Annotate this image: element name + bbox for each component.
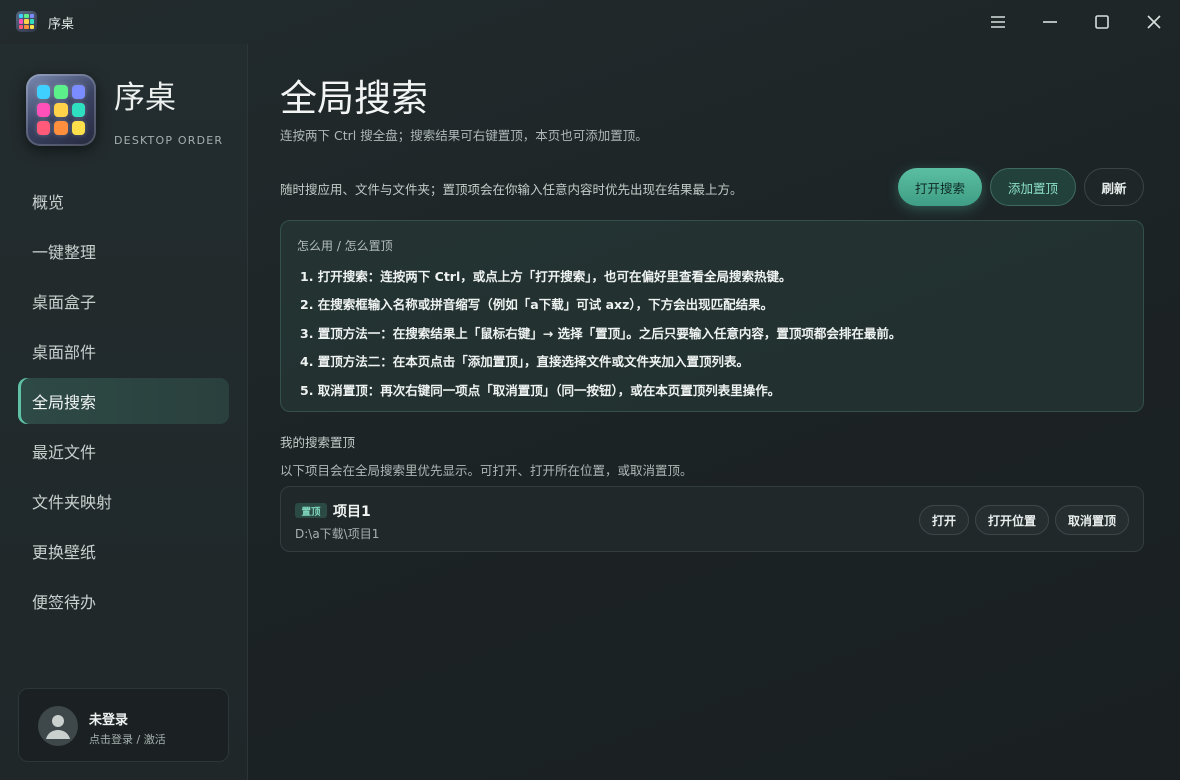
howto-step: 3. 置顶方法一：在搜索结果上「鼠标右键」→ 选择「置顶」。之后只要输入任意内容…	[300, 325, 902, 341]
pinned-item-path: D:\a下载\项目1	[295, 527, 380, 541]
unpin-button[interactable]: 取消置顶	[1055, 505, 1129, 535]
user-name: 未登录	[89, 713, 129, 728]
main-content: 全局搜索 连按两下 Ctrl 搜全盘；搜索结果可右键置顶，本页也可添加置顶。 随…	[248, 44, 1180, 780]
avatar-icon	[38, 706, 78, 746]
sidebar-item-recent-files[interactable]: 最近文件	[18, 428, 229, 474]
feature-description: 随时搜应用、文件与文件夹；置顶项会在你输入任意内容时优先出现在结果最上方。	[280, 182, 743, 197]
sidebar-item-global-search[interactable]: 全局搜索	[18, 378, 229, 424]
page-subtitle: 连按两下 Ctrl 搜全盘；搜索结果可右键置顶，本页也可添加置顶。	[280, 128, 648, 143]
sidebar-item-organize[interactable]: 一键整理	[18, 228, 229, 274]
sidebar-item-widgets[interactable]: 桌面部件	[18, 328, 229, 374]
pins-section-description: 以下项目会在全局搜索里优先显示。可打开、打开所在位置，或取消置顶。	[280, 463, 693, 478]
close-icon[interactable]	[1142, 10, 1166, 34]
user-card[interactable]: 未登录 点击登录 / 激活	[18, 688, 229, 762]
howto-title: 怎么用 / 怎么置顶	[297, 239, 393, 253]
maximize-icon[interactable]	[1090, 10, 1114, 34]
sidebar-item-notes-todo[interactable]: 便签待办	[18, 578, 229, 624]
howto-panel: 怎么用 / 怎么置顶 1. 打开搜索：连按两下 Ctrl，或点上方「打开搜索」，…	[280, 220, 1144, 412]
pinned-badge: 置顶	[295, 503, 327, 518]
howto-step: 2. 在搜索框输入名称或拼音缩写（例如「a下载」可试 axz），下方会出现匹配结…	[300, 297, 774, 313]
sidebar-nav: 概览 一键整理 桌面盒子 桌面部件 全局搜索 最近文件 文件夹映射 更换壁纸 便…	[18, 178, 229, 628]
sidebar-item-wallpaper[interactable]: 更换壁纸	[18, 528, 229, 574]
howto-step: 1. 打开搜索：连按两下 Ctrl，或点上方「打开搜索」，也可在偏好里查看全局搜…	[300, 268, 792, 284]
open-search-button[interactable]: 打开搜索	[898, 168, 982, 206]
title-bar: 序桌	[0, 0, 1180, 44]
sidebar-item-folder-mapping[interactable]: 文件夹映射	[18, 478, 229, 524]
add-pin-button[interactable]: 添加置顶	[990, 168, 1076, 206]
pinned-item-name: 项目1	[333, 504, 371, 520]
minimize-icon[interactable]	[1038, 10, 1062, 34]
pins-section-title: 我的搜索置顶	[280, 435, 356, 450]
pinned-item-row: 置顶 项目1 D:\a下载\项目1 打开 打开位置 取消置顶	[280, 486, 1144, 552]
brand-name: 序桌	[114, 80, 176, 116]
brand-logo-icon	[26, 74, 96, 146]
sidebar-item-overview[interactable]: 概览	[18, 178, 229, 224]
refresh-button[interactable]: 刷新	[1084, 168, 1144, 206]
open-button[interactable]: 打开	[919, 505, 969, 535]
howto-steps: 1. 打开搜索：连按两下 Ctrl，或点上方「打开搜索」，也可在偏好里查看全局搜…	[300, 261, 901, 404]
open-location-button[interactable]: 打开位置	[975, 505, 1049, 535]
window-title: 序桌	[48, 17, 75, 32]
brand-subtitle: DESKTOP ORDER	[114, 134, 224, 147]
user-login-link[interactable]: 点击登录 / 激活	[89, 731, 166, 747]
page-title: 全局搜索	[280, 77, 428, 120]
app-logo-icon	[16, 11, 37, 32]
howto-step: 5. 取消置顶：再次右键同一项点「取消置顶」（同一按钮），或在本页置顶列表里操作…	[300, 382, 781, 398]
sidebar: 序桌 DESKTOP ORDER 概览 一键整理 桌面盒子 桌面部件 全局搜索 …	[0, 44, 248, 780]
menu-icon[interactable]	[986, 10, 1010, 34]
howto-step: 4. 置顶方法二：在本页点击「添加置顶」，直接选择文件或文件夹加入置顶列表。	[300, 354, 750, 370]
sidebar-item-desktop-box[interactable]: 桌面盒子	[18, 278, 229, 324]
app-window: 序桌 序桌 DESKTOP ORDER 概览 一键整理 桌面盒子 桌面部件 全局…	[0, 0, 1180, 780]
